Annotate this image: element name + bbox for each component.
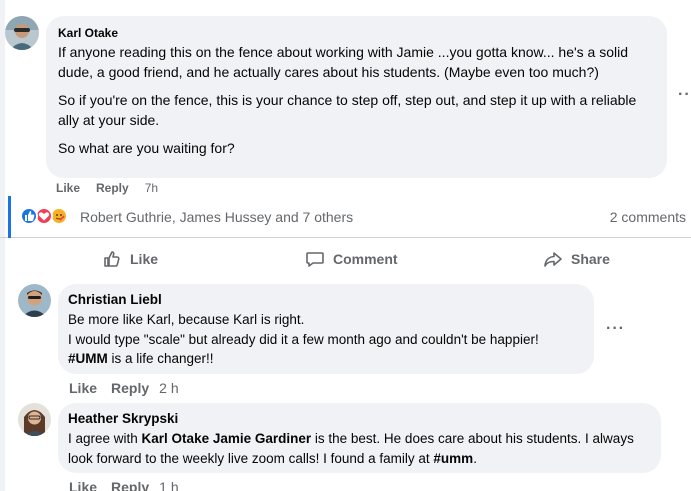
karl-comment-actions: Like Reply 7h: [56, 181, 158, 195]
karl-avatar[interactable]: [5, 16, 39, 50]
comment-line-2: I would type "scale" but already did it …: [68, 331, 539, 347]
reaction-icons[interactable]: [20, 207, 76, 225]
christian-comment-actions: Like Reply 2 h: [69, 380, 179, 396]
comment-timestamp[interactable]: 7h: [145, 181, 158, 195]
christian-comment-bubble: Christian Liebl Be more like Karl, becau…: [58, 284, 594, 374]
hashtag-link[interactable]: #UMM: [68, 351, 108, 366]
focus-indicator-bar: [8, 196, 11, 238]
comment-line-3: #UMM is a life changer!!: [68, 349, 584, 369]
avatar-photo-icon: [18, 403, 51, 436]
like-link[interactable]: Like: [69, 479, 97, 491]
like-link[interactable]: Like: [69, 380, 97, 396]
share-arrow-icon: [544, 252, 562, 267]
comment-button[interactable]: Comment: [305, 240, 398, 278]
avatar-photo-icon: [5, 16, 39, 50]
comment-author[interactable]: Christian Liebl: [68, 292, 584, 307]
heather-comment-actions: Like Reply 1 h: [69, 479, 179, 491]
avatar-photo-icon: [18, 284, 51, 317]
christian-avatar[interactable]: [18, 284, 51, 317]
heather-avatar[interactable]: [18, 403, 51, 436]
like-link[interactable]: Like: [56, 181, 80, 195]
comment-timestamp[interactable]: 2 h: [159, 380, 178, 396]
reactors-list[interactable]: Robert Guthrie, James Hussey and 7 other…: [80, 209, 353, 225]
reply-link[interactable]: Reply: [111, 479, 149, 491]
karl-comment-bubble: Karl Otake If anyone reading this on the…: [46, 16, 667, 178]
share-button[interactable]: Share: [543, 240, 610, 278]
reply-link[interactable]: Reply: [111, 380, 149, 396]
comment-text-end: .: [473, 450, 477, 466]
comment-timestamp[interactable]: 1 h: [159, 479, 178, 491]
comment-bubble-icon: [306, 252, 324, 267]
comment-author[interactable]: Heather Skrypski: [68, 411, 651, 426]
comment-paragraph-3: So what are you waiting for?: [58, 140, 235, 156]
comment-paragraph-2: So if you're on the fence, this is your …: [58, 92, 637, 128]
like-button-label: Like: [130, 251, 159, 267]
more-options-icon[interactable]: ···: [606, 320, 625, 338]
hashtag-link[interactable]: #umm: [433, 451, 473, 466]
thumbs-up-icon: [104, 251, 120, 267]
comment-line-3-text: is a life changer!!: [107, 351, 214, 366]
comment-text-start: I agree with: [68, 431, 142, 446]
comment-body: I agree with Karl Otake Jamie Gardiner i…: [68, 429, 651, 468]
share-button-label: Share: [571, 251, 610, 267]
comment-count[interactable]: 2 comments: [610, 209, 686, 225]
comment-author[interactable]: Karl Otake: [58, 26, 655, 40]
reply-link[interactable]: Reply: [96, 181, 129, 195]
like-button[interactable]: Like: [102, 240, 158, 278]
heather-comment-bubble: Heather Skrypski I agree with Karl Otake…: [58, 403, 661, 473]
more-options-icon[interactable]: ···: [678, 86, 691, 104]
comment-paragraph-1: If anyone reading this on the fence abou…: [58, 44, 629, 80]
mention-link[interactable]: Karl Otake Jamie Gardiner: [142, 431, 312, 446]
post-action-bar: Like Comment Share: [0, 240, 691, 278]
comment-button-label: Comment: [333, 251, 398, 267]
comment-line-1: Be more like Karl, because Karl is right…: [68, 312, 305, 327]
reactions-summary-row: Robert Guthrie, James Hussey and 7 other…: [0, 196, 691, 238]
like-reaction-icon: [20, 207, 38, 225]
